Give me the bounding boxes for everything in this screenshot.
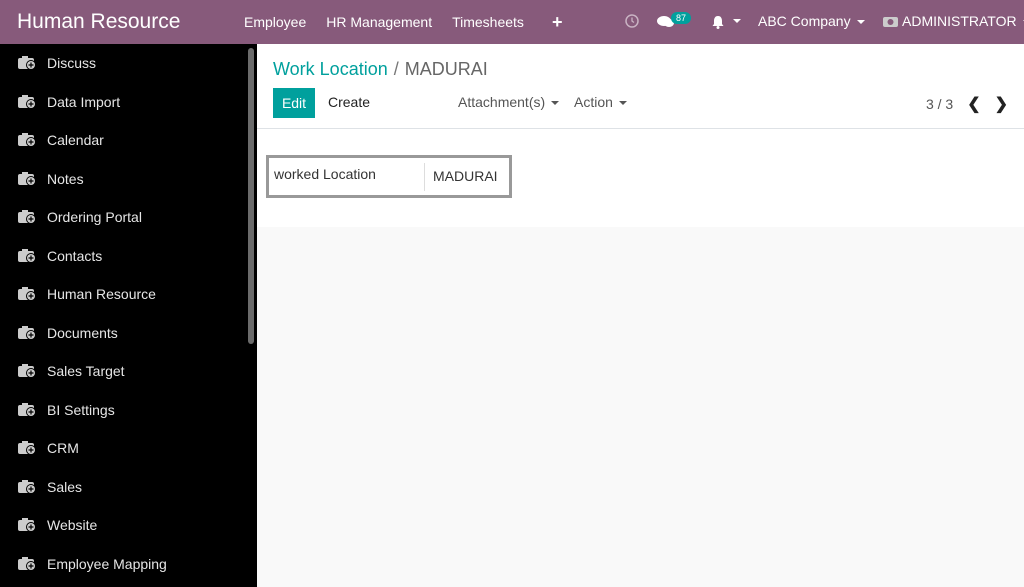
- sidebar-item-label: Human Resource: [47, 286, 156, 303]
- action-label: Action: [574, 94, 613, 110]
- chevron-left-icon[interactable]: ❮: [967, 94, 980, 114]
- app-icon: [18, 441, 36, 456]
- sidebar-item-crm[interactable]: CRM: [0, 429, 257, 468]
- attachments-label: Attachment(s): [458, 94, 546, 110]
- sidebar-item-label: Contacts: [47, 247, 103, 264]
- sidebar-item-label: Notes: [47, 170, 84, 187]
- sidebar-item-label: Sales: [47, 478, 83, 495]
- sidebar-item-employee-mapping[interactable]: Employee Mapping: [0, 545, 257, 584]
- edit-button[interactable]: Edit: [273, 88, 315, 118]
- breadcrumb-parent[interactable]: Work Location: [273, 59, 388, 79]
- bell-caret-icon[interactable]: [733, 19, 741, 23]
- company-name: ABC Company: [758, 13, 851, 29]
- sidebar-item-label: Discuss: [47, 55, 97, 72]
- control-panel: Work Location / MADURAI Edit Create Attach…: [257, 44, 1024, 129]
- sidebar-item-calendar[interactable]: Calendar: [0, 121, 257, 160]
- field-label: worked Location: [274, 166, 376, 182]
- sidebar-list: Discuss Data Import Calendar Notes Ordering …: [0, 44, 257, 583]
- menu-hr-management[interactable]: HR Management: [326, 14, 432, 30]
- top-menu: Employee HR Management Timesheets +: [244, 12, 582, 33]
- app-title[interactable]: Human Resource: [17, 10, 244, 34]
- user-name: ADMINISTRATOR: [902, 13, 1017, 29]
- menu-employee[interactable]: Employee: [244, 14, 306, 30]
- sidebar-item-label: BI Settings: [47, 401, 115, 418]
- app-icon: [18, 248, 36, 263]
- main-content: Work Location / MADURAI Edit Create Attach…: [257, 44, 1024, 587]
- chevron-down-icon: [618, 101, 627, 106]
- sidebar-item-ordering-portal[interactable]: Ordering Portal: [0, 198, 257, 237]
- field-value: MADURAI: [433, 168, 498, 184]
- app-icon: [18, 171, 36, 186]
- sidebar-item-label: Documents: [47, 324, 118, 341]
- app-icon: [18, 364, 36, 379]
- sidebar-item-label: Employee Mapping: [47, 555, 167, 572]
- sidebar-item-notes[interactable]: Notes: [0, 160, 257, 199]
- app-icon: [18, 479, 36, 494]
- pager: 3 / 3 ❮ ❯: [926, 94, 1008, 114]
- bell-icon[interactable]: [711, 15, 725, 29]
- sidebar-item-sales[interactable]: Sales: [0, 468, 257, 507]
- app-icon: [18, 56, 36, 71]
- action-dropdown[interactable]: Action: [574, 94, 627, 110]
- sidebar-item-bi-settings[interactable]: BI Settings: [0, 391, 257, 430]
- app-icon: [18, 133, 36, 148]
- form-sheet: worked Location MADURAI: [257, 129, 1024, 227]
- sidebar-item-data-import[interactable]: Data Import: [0, 83, 257, 122]
- sidebar-item-discuss[interactable]: Discuss: [0, 44, 257, 83]
- company-switcher[interactable]: ABC Company: [758, 13, 865, 29]
- avatar-icon: [883, 17, 898, 27]
- sidebar-item-human-resource[interactable]: Human Resource: [0, 275, 257, 314]
- app-icon: [18, 402, 36, 417]
- worked-location-field: worked Location MADURAI: [266, 155, 512, 198]
- sidebar-item-documents[interactable]: Documents: [0, 314, 257, 353]
- top-navbar: Human Resource Employee HR Management Ti…: [0, 0, 1024, 44]
- menu-timesheets[interactable]: Timesheets: [452, 14, 524, 30]
- sidebar-item-label: Ordering Portal: [47, 209, 142, 226]
- app-icon: [18, 210, 36, 225]
- sidebar-item-label: Calendar: [47, 132, 104, 149]
- chevron-down-icon: [551, 101, 560, 106]
- chevron-right-icon[interactable]: ❯: [995, 94, 1008, 114]
- app-icon: [18, 518, 36, 533]
- sidebar-item-label: CRM: [47, 440, 79, 457]
- app-icon: [18, 325, 36, 340]
- breadcrumb: Work Location / MADURAI: [273, 59, 488, 80]
- chevron-down-icon: [856, 20, 865, 25]
- sidebar: Discuss Data Import Calendar Notes Ordering …: [0, 44, 257, 587]
- app-icon: [18, 287, 36, 302]
- sidebar-scrollbar[interactable]: [248, 48, 254, 344]
- attachments-dropdown[interactable]: Attachment(s): [458, 94, 560, 110]
- app-icon: [18, 556, 36, 571]
- sidebar-item-sales-target[interactable]: Sales Target: [0, 352, 257, 391]
- app-icon: [18, 94, 36, 109]
- breadcrumb-current: MADURAI: [404, 59, 488, 79]
- clock-icon[interactable]: [624, 13, 640, 29]
- sidebar-item-contacts[interactable]: Contacts: [0, 237, 257, 276]
- field-divider: [424, 163, 425, 191]
- sidebar-item-label: Website: [47, 517, 98, 534]
- pager-value[interactable]: 3 / 3: [926, 96, 953, 112]
- sidebar-item-label: Data Import: [47, 93, 121, 110]
- user-menu[interactable]: ADMINISTRATOR: [883, 13, 1024, 29]
- breadcrumb-separator: /: [393, 59, 399, 79]
- sidebar-item-label: Sales Target: [47, 363, 125, 380]
- plus-icon[interactable]: +: [552, 12, 563, 33]
- chat-badge: 87: [671, 12, 692, 24]
- create-button[interactable]: Create: [328, 94, 370, 110]
- sidebar-item-website[interactable]: Website: [0, 506, 257, 545]
